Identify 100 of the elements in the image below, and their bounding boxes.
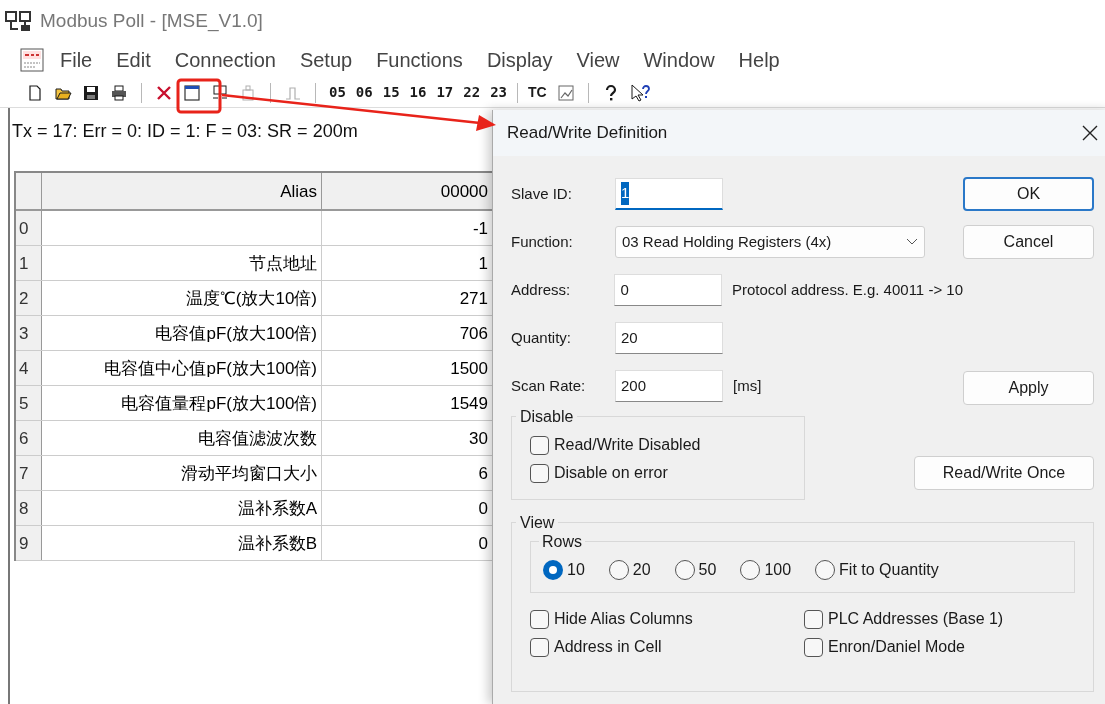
- alias-cell: 电容值中心值pF(放大100倍): [42, 351, 322, 385]
- alias-cell: 电容值滤波次数: [42, 421, 322, 455]
- save-icon[interactable]: [82, 83, 100, 102]
- row-number: 7: [16, 456, 42, 490]
- window-title: Modbus Poll - [MSE_V1.0]: [40, 8, 263, 34]
- radio-label: Fit to Quantity: [839, 560, 939, 580]
- computer-icon[interactable]: [211, 83, 229, 102]
- row-number: 4: [16, 351, 42, 385]
- row-number: 8: [16, 491, 42, 525]
- menu-item[interactable]: Window: [643, 45, 715, 75]
- checkbox-label: Enron/Daniel Mode: [828, 637, 965, 657]
- function-code-button[interactable]: 17: [436, 82, 454, 103]
- row-number: 0: [16, 211, 42, 245]
- function-code-button[interactable]: 15: [382, 82, 400, 103]
- field-label: Function:: [511, 231, 574, 252]
- menu-item[interactable]: Edit: [116, 45, 151, 75]
- dialog-button[interactable]: Apply: [963, 371, 1094, 405]
- checkbox-label: PLC Addresses (Base 1): [828, 609, 1004, 629]
- menu-item[interactable]: Connection: [174, 45, 276, 75]
- menu-item[interactable]: Setup: [299, 45, 353, 75]
- alias-cell: 节点地址: [42, 246, 322, 280]
- pointer-help-icon[interactable]: [629, 83, 652, 102]
- app-logo-icon: [4, 9, 34, 33]
- radio-button[interactable]: [543, 560, 563, 580]
- chart-icon[interactable]: [556, 83, 575, 102]
- input-field[interactable]: 20: [615, 322, 723, 354]
- dialog-button[interactable]: Read/Write Once: [914, 456, 1094, 490]
- tc-button[interactable]: TC: [528, 82, 547, 103]
- function-code-button[interactable]: 16: [409, 82, 427, 103]
- function-dropdown[interactable]: 03 Read Holding Registers (4x): [615, 226, 925, 258]
- dialog-title: Read/Write Definition: [507, 122, 668, 145]
- checkbox[interactable]: [530, 435, 549, 455]
- radio-label: 50: [698, 560, 717, 580]
- dialog-button[interactable]: OK: [963, 177, 1094, 211]
- field-note: [ms]: [733, 375, 762, 396]
- value-cell-text: 6: [477, 463, 489, 485]
- alias-cell: 滑动平均窗口大小: [42, 456, 322, 490]
- highlight-box: [176, 78, 222, 114]
- row-number: 3: [16, 316, 42, 350]
- field-label: Address:: [511, 279, 572, 300]
- column-header: Alias: [42, 173, 322, 209]
- radio-button[interactable]: [815, 560, 836, 580]
- checkbox[interactable]: [530, 463, 549, 483]
- value-cell-text: 30: [468, 428, 489, 450]
- document-icon: [20, 48, 44, 72]
- dialog-button[interactable]: Cancel: [963, 225, 1094, 259]
- menu-item[interactable]: Functions: [376, 45, 463, 75]
- close-icon[interactable]: [1082, 125, 1098, 141]
- row-number: 1: [16, 246, 42, 280]
- radio-button[interactable]: [608, 560, 629, 580]
- new-file-icon[interactable]: [26, 83, 44, 102]
- printer-icon[interactable]: [110, 83, 128, 102]
- window-icon[interactable]: [183, 83, 201, 102]
- row-number: 6: [16, 421, 42, 455]
- function-code-button[interactable]: 05: [329, 82, 346, 103]
- radio-button[interactable]: [674, 560, 695, 580]
- input-field[interactable]: 200: [615, 370, 723, 402]
- field-label: Quantity:: [511, 327, 573, 348]
- status-line: Tx = 17: Err = 0: ID = 1: F = 03: SR = 200m: [11, 120, 359, 143]
- value-cell-text: 706: [458, 323, 489, 345]
- input-field[interactable]: 0: [614, 274, 722, 306]
- field-label: Slave ID:: [511, 183, 573, 204]
- column-header: 00000: [439, 181, 489, 203]
- chevron-down-icon: [906, 238, 918, 246]
- checkbox-label: Hide Alias Columns: [554, 609, 693, 629]
- row-number: 2: [16, 281, 42, 315]
- value-cell-text: 0: [477, 498, 489, 520]
- function-code-button[interactable]: 23: [490, 82, 507, 103]
- function-code-button[interactable]: 06: [355, 82, 373, 103]
- radio-label: 20: [632, 560, 651, 580]
- menu-item[interactable]: File: [60, 45, 93, 75]
- radio-label: 100: [764, 560, 792, 580]
- value-cell-text: 1549: [449, 393, 489, 415]
- value-cell-text: 1500: [449, 358, 489, 380]
- alias-cell: 电容值量程pF(放大100倍): [42, 386, 322, 420]
- radio-label: 10: [567, 560, 585, 580]
- menu-item[interactable]: Help: [738, 45, 780, 75]
- value-cell-text: -1: [471, 218, 489, 240]
- input-field[interactable]: 1: [615, 178, 723, 210]
- field-label: Scan Rate:: [511, 375, 587, 396]
- radio-button[interactable]: [740, 560, 761, 580]
- value-cell-text: 271: [458, 288, 489, 310]
- checkbox-label: Read/Write Disabled: [554, 435, 701, 455]
- alias-cell: 电容值pF(放大100倍): [42, 316, 322, 350]
- value-cell-text: 1: [477, 253, 489, 275]
- row-number: 5: [16, 386, 42, 420]
- row-number: 9: [16, 526, 42, 560]
- field-note: Protocol address. E.g. 40011 -> 10: [731, 279, 963, 300]
- alias-cell: 温补系数B: [42, 526, 322, 560]
- checkbox-label: Address in Cell: [554, 637, 662, 657]
- checkbox[interactable]: [804, 637, 823, 657]
- function-code-button[interactable]: 22: [463, 82, 481, 103]
- value-cell-text: 0: [477, 533, 489, 555]
- checkbox[interactable]: [804, 609, 823, 629]
- menu-item[interactable]: Display: [486, 45, 553, 75]
- checkbox[interactable]: [530, 637, 549, 657]
- checkbox[interactable]: [530, 609, 549, 629]
- alias-cell: 温度℃(放大10倍): [42, 281, 322, 315]
- menu-item[interactable]: View: [576, 45, 620, 75]
- alias-cell: 温补系数A: [42, 491, 322, 525]
